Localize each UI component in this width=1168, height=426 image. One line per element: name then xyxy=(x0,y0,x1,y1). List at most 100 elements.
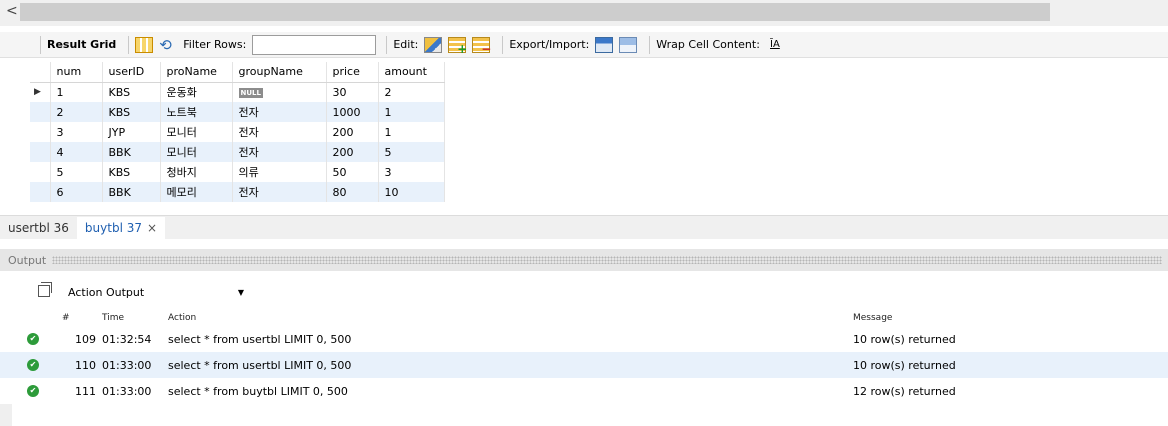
cell-num[interactable]: 3 xyxy=(50,122,103,142)
output-toolbar: Action Output ▼ xyxy=(0,280,1168,304)
output-type-select[interactable]: Action Output ▼ xyxy=(60,282,248,302)
table-row[interactable]: 2 KBS 노트북 전자 1000 1 xyxy=(30,102,445,122)
row-selector[interactable] xyxy=(30,182,51,202)
header-time[interactable]: Time xyxy=(102,313,124,323)
wrap-text-icon[interactable]: ĪA xyxy=(766,37,784,53)
cell-amount[interactable]: 2 xyxy=(378,82,445,102)
cell-proname[interactable]: 노트북 xyxy=(160,102,233,122)
cell-userid[interactable]: KBS xyxy=(102,162,161,182)
table-row[interactable]: ▶ 1 KBS 운동화 NULL 30 2 xyxy=(30,82,445,102)
import-icon[interactable] xyxy=(619,36,638,53)
scroll-left-icon[interactable]: < xyxy=(6,3,18,19)
output-number: 110 xyxy=(75,358,96,372)
header-number[interactable]: # xyxy=(62,313,98,323)
cell-num[interactable]: 1 xyxy=(50,82,103,102)
toolbar-divider xyxy=(502,35,504,54)
result-grid-label[interactable]: Result Grid xyxy=(47,38,116,51)
cell-groupname[interactable]: 의류 xyxy=(232,162,327,182)
delete-row-icon[interactable] xyxy=(472,36,491,56)
cell-proname[interactable]: 모니터 xyxy=(160,142,233,162)
output-number: 109 xyxy=(75,332,96,346)
cell-groupname[interactable]: NULL xyxy=(232,82,327,102)
row-selector[interactable] xyxy=(30,142,51,162)
cell-proname[interactable]: 모니터 xyxy=(160,122,233,142)
cell-groupname[interactable]: 전자 xyxy=(232,182,327,202)
filter-rows-label: Filter Rows: xyxy=(183,38,247,51)
tab-label: usertbl 36 xyxy=(8,221,69,235)
null-badge: NULL xyxy=(238,87,263,98)
column-header-groupname[interactable]: groupName xyxy=(232,62,327,83)
grid-view-icon[interactable] xyxy=(135,36,154,53)
close-icon[interactable]: × xyxy=(147,221,157,235)
cell-userid[interactable]: KBS xyxy=(102,82,161,102)
list-item[interactable]: ✔ 111 01:33:00 select * from buytbl LIMI… xyxy=(0,378,1168,404)
table-row[interactable]: 3 JYP 모니터 전자 200 1 xyxy=(30,122,445,142)
output-action: select * from usertbl LIMIT 0, 500 xyxy=(168,358,352,372)
horizontal-scrollbar[interactable]: < xyxy=(0,0,1168,26)
cell-groupname[interactable]: 전자 xyxy=(232,142,327,162)
column-header-amount[interactable]: amount xyxy=(378,62,445,83)
output-time: 01:33:00 xyxy=(102,358,152,372)
grid-header-row: num userID proName groupName price amoun… xyxy=(30,62,445,83)
edit-row-icon[interactable] xyxy=(424,36,443,53)
tab-buytbl[interactable]: buytbl 37 × xyxy=(76,217,166,239)
cell-proname[interactable]: 메모리 xyxy=(160,182,233,202)
table-row[interactable]: 6 BBK 메모리 전자 80 10 xyxy=(30,182,445,202)
filter-rows-input[interactable] xyxy=(252,34,377,55)
row-selector[interactable] xyxy=(30,162,51,182)
cell-userid[interactable]: KBS xyxy=(102,102,161,122)
cell-price[interactable]: 1000 xyxy=(326,102,379,122)
column-header-userid[interactable]: userID xyxy=(102,62,161,83)
output-header-row: # Time Action Message xyxy=(0,310,1168,326)
drag-handle[interactable] xyxy=(52,256,1162,264)
row-selector[interactable] xyxy=(30,122,51,142)
cell-num[interactable]: 4 xyxy=(50,142,103,162)
refresh-icon[interactable]: ⟲ xyxy=(159,37,177,53)
export-icon[interactable] xyxy=(595,36,614,53)
cell-price[interactable]: 80 xyxy=(326,182,379,202)
cell-proname[interactable]: 청바지 xyxy=(160,162,233,182)
cell-userid[interactable]: BBK xyxy=(102,142,161,162)
cell-price[interactable]: 200 xyxy=(326,142,379,162)
list-item[interactable]: ✔ 109 01:32:54 select * from usertbl LIM… xyxy=(0,326,1168,352)
action-output-table: # Time Action Message ✔ 109 01:32:54 sel… xyxy=(0,310,1168,404)
cell-groupname[interactable]: 전자 xyxy=(232,102,327,122)
output-action: select * from usertbl LIMIT 0, 500 xyxy=(168,332,352,346)
header-action[interactable]: Action xyxy=(168,313,196,323)
output-title: Output xyxy=(8,253,47,267)
row-selector[interactable] xyxy=(30,102,51,122)
column-header-num[interactable]: num xyxy=(50,62,103,83)
cell-proname[interactable]: 운동화 xyxy=(160,82,233,102)
add-row-icon[interactable] xyxy=(448,36,467,56)
cell-userid[interactable]: JYP xyxy=(102,122,161,142)
result-grid-toolbar: Result Grid ⟲ Filter Rows: Edit: Export/… xyxy=(0,32,1168,58)
table-row[interactable]: 4 BBK 모니터 전자 200 5 xyxy=(30,142,445,162)
cell-amount[interactable]: 10 xyxy=(378,182,445,202)
output-panel-header: Output xyxy=(0,249,1168,271)
chevron-down-icon: ▼ xyxy=(237,287,244,297)
column-header-price[interactable]: price xyxy=(326,62,379,83)
column-header-proname[interactable]: proName xyxy=(160,62,233,83)
cell-amount[interactable]: 1 xyxy=(378,102,445,122)
cell-num[interactable]: 2 xyxy=(50,102,103,122)
table-row[interactable]: 5 KBS 청바지 의류 50 3 xyxy=(30,162,445,182)
header-message[interactable]: Message xyxy=(853,313,892,323)
wrap-cell-content-label: Wrap Cell Content: xyxy=(656,38,760,51)
cell-groupname[interactable]: 전자 xyxy=(232,122,327,142)
output-action: select * from buytbl LIMIT 0, 500 xyxy=(168,384,348,398)
cell-amount[interactable]: 1 xyxy=(378,122,445,142)
cell-amount[interactable]: 3 xyxy=(378,162,445,182)
cell-num[interactable]: 5 xyxy=(50,162,103,182)
cell-price[interactable]: 200 xyxy=(326,122,379,142)
scrollbar-thumb[interactable] xyxy=(20,3,1050,21)
cell-amount[interactable]: 5 xyxy=(378,142,445,162)
tab-usertbl[interactable]: usertbl 36 xyxy=(0,217,77,239)
cell-num[interactable]: 6 xyxy=(50,182,103,202)
success-check-icon: ✔ xyxy=(27,333,39,345)
cell-price[interactable]: 30 xyxy=(326,82,379,102)
cell-userid[interactable]: BBK xyxy=(102,182,161,202)
toolbar-divider xyxy=(40,35,41,54)
cell-price[interactable]: 50 xyxy=(326,162,379,182)
copy-icon[interactable] xyxy=(38,282,52,297)
list-item[interactable]: ✔ 110 01:33:00 select * from usertbl LIM… xyxy=(0,352,1168,378)
